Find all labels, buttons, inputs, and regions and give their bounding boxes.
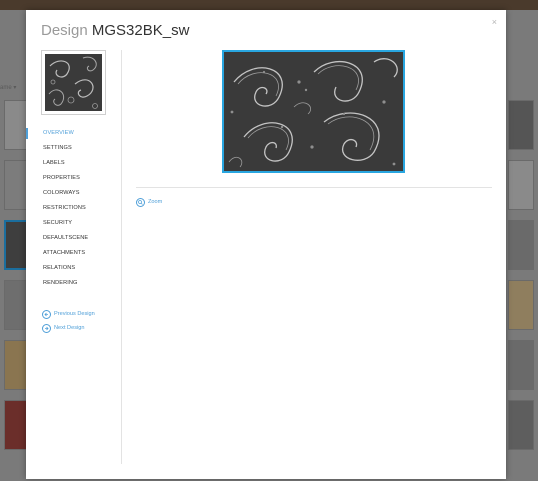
nav-item-labels[interactable]: LABELS	[26, 156, 121, 171]
modal-sidebar: OVERVIEW SETTINGS LABELS PROPERTIES COLO…	[26, 50, 122, 464]
close-icon[interactable]: ×	[492, 17, 497, 27]
background-thumb[interactable]	[508, 220, 534, 270]
arrow-left-circle-icon	[42, 309, 51, 319]
nav-item-rendering[interactable]: RENDERING	[26, 276, 121, 291]
design-preview-image	[222, 50, 405, 173]
modal-title-design-name: MGS32BK_sw	[91, 22, 190, 39]
background-label: ame ▾	[0, 85, 17, 91]
background-thumb[interactable]	[508, 340, 534, 390]
nav-item-security[interactable]: SECURITY	[26, 216, 121, 231]
paisley-thumbnail-icon	[45, 54, 102, 111]
overview-panel: Zoom	[136, 50, 492, 464]
next-design-link[interactable]: Next Design	[42, 323, 84, 333]
background-thumb[interactable]	[508, 400, 534, 450]
modal-title-prefix: Design	[41, 22, 88, 39]
modal-title: Design MGS32BK_sw	[41, 22, 189, 39]
design-nav: OVERVIEW SETTINGS LABELS PROPERTIES COLO…	[26, 126, 121, 291]
nav-item-overview[interactable]: OVERVIEW	[26, 126, 121, 141]
nav-item-attachments[interactable]: ATTACHMENTS	[26, 246, 121, 261]
background-thumb[interactable]	[508, 160, 534, 210]
zoom-link[interactable]: Zoom	[136, 197, 162, 207]
nav-item-colorways[interactable]: COLORWAYS	[26, 186, 121, 201]
zoom-icon	[136, 197, 145, 207]
arrow-right-circle-icon	[42, 323, 51, 333]
design-thumbnail	[41, 50, 106, 115]
app-topbar	[0, 0, 538, 10]
background-thumb[interactable]	[508, 100, 534, 150]
next-design-label: Next Design	[54, 325, 85, 331]
previous-design-label: Previous Design	[54, 311, 95, 317]
nav-item-settings[interactable]: SETTINGS	[26, 141, 121, 156]
nav-item-relations[interactable]: RELATIONS	[26, 261, 121, 276]
nav-item-restrictions[interactable]: RESTRICTIONS	[26, 201, 121, 216]
nav-item-properties[interactable]: PROPERTIES	[26, 171, 121, 186]
section-divider	[136, 187, 492, 188]
background-thumb[interactable]	[508, 280, 534, 330]
paisley-fabric-icon	[224, 52, 403, 171]
nav-item-defaultscene[interactable]: DEFAULTSCENE	[26, 231, 121, 246]
previous-design-link[interactable]: Previous Design	[42, 309, 95, 319]
zoom-label: Zoom	[148, 199, 163, 205]
design-modal: × Design MGS32BK_sw OVERVIEW SETTINGS LA…	[26, 10, 506, 479]
